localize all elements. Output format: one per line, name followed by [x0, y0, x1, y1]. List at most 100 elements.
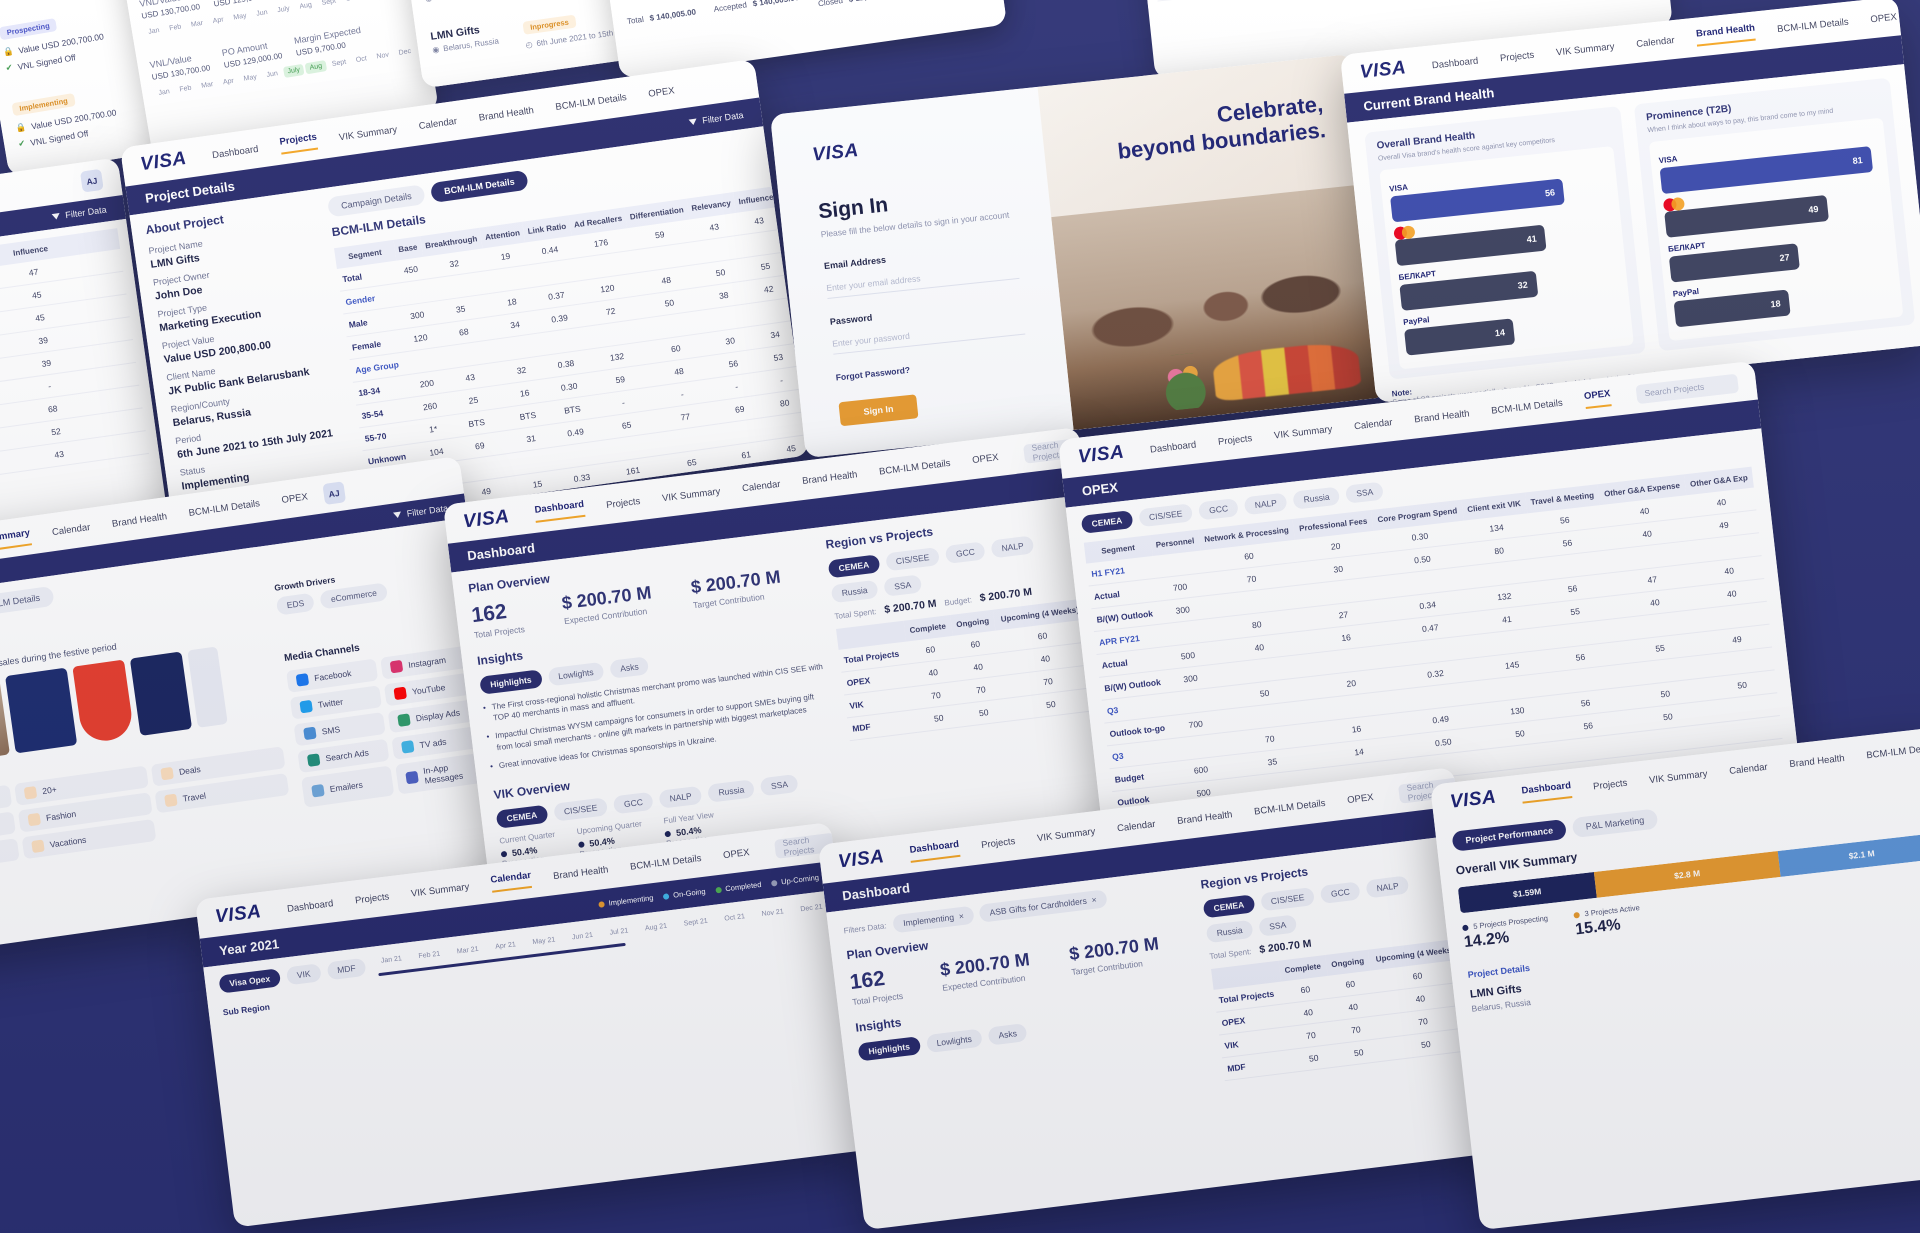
chip-gcc[interactable]: GCC [1198, 498, 1239, 521]
calendar-month[interactable]: Feb 21 [414, 948, 445, 963]
creative-3[interactable] [5, 667, 78, 754]
chip-highlights[interactable]: Highlights [857, 1036, 921, 1062]
close-icon[interactable]: × [1091, 894, 1097, 905]
nav-item-dashboard[interactable]: Dashboard [1431, 55, 1478, 71]
nav-item-calendar[interactable]: Calendar [490, 870, 533, 893]
chip-ssa[interactable]: SSA [1258, 914, 1298, 937]
nav-item-calendar[interactable]: Calendar [1636, 34, 1676, 49]
nav-item-vik-summary[interactable]: VIK Summary [1649, 768, 1708, 786]
chip-cemea[interactable]: CEMEA [495, 804, 549, 829]
chip-cemea[interactable]: CEMEA [1202, 894, 1256, 919]
close-icon[interactable]: × [958, 911, 964, 922]
nav-item-brand-health[interactable]: Brand Health [1414, 408, 1470, 425]
calendar-tabs[interactable]: Visa Opex VIK MDF [218, 957, 367, 994]
month-cell[interactable]: Feb [165, 21, 187, 35]
chip-cemea[interactable]: CEMEA [1080, 510, 1134, 534]
nav-item-brand-health[interactable]: Brand Health [1177, 809, 1233, 827]
nav-item-bcm-ilm-details[interactable]: BCM-ILM Details [878, 457, 951, 477]
month-cell[interactable]: July [273, 3, 295, 17]
nav-item-brand-health[interactable]: Brand Health [1789, 752, 1845, 769]
chip-asks[interactable]: Asks [609, 656, 650, 679]
signin-button[interactable]: Sign In [838, 394, 919, 427]
nav-item-brand-health[interactable]: Brand Health [111, 511, 167, 530]
nav-item-vik-summary[interactable]: VIK Summary [1036, 826, 1096, 844]
chip-cis-see[interactable]: CIS/SEE [1138, 503, 1194, 528]
vik-segment-3[interactable]: $2.1 M [1777, 832, 1920, 877]
chip-russia[interactable]: Russia [1292, 486, 1341, 510]
chip-project-performance[interactable]: Project Performance [1451, 818, 1568, 852]
filter-tag[interactable]: Implementing × [892, 905, 975, 934]
chip-ecommerce[interactable]: eCommerce [319, 582, 388, 610]
chip-nalp[interactable]: NALP [990, 535, 1035, 559]
calendar-month[interactable]: May 21 [528, 934, 560, 949]
nav-item-opex[interactable]: OPEX [281, 491, 309, 506]
chip-highlights[interactable]: Highlights [479, 669, 543, 695]
calendar-month[interactable]: Jul 21 [605, 925, 633, 939]
chip-campaign-details[interactable]: Campaign Details [326, 184, 426, 218]
month-cell[interactable]: Oct [341, 0, 361, 5]
month-cell[interactable]: Mar [186, 17, 208, 31]
nav-item-bcm-ilm-details[interactable]: BCM-ILM Details [555, 92, 628, 113]
month-cell[interactable]: May [239, 71, 262, 85]
chip-gcc[interactable]: GCC [1320, 881, 1361, 904]
nav-item-vik-summary[interactable]: VIK Summary [0, 527, 32, 553]
nav-item-projects[interactable]: Projects [1593, 777, 1628, 792]
month-cell[interactable]: July [282, 63, 305, 79]
nav-item-vik-summary[interactable]: VIK Summary [338, 124, 398, 143]
chip-gcc[interactable]: GCC [945, 541, 986, 564]
filter-data-button[interactable]: Filter Data [52, 204, 107, 221]
month-cell[interactable]: Apr [208, 14, 228, 28]
chip-vik[interactable]: VIK [285, 963, 322, 986]
chip-lowlights[interactable]: Lowlights [925, 1028, 983, 1054]
nav-item-dashboard[interactable]: Dashboard [534, 499, 585, 523]
target-item[interactable]: Entertainment [0, 838, 20, 879]
calendar-month[interactable]: Apr 21 [491, 939, 521, 953]
creative-6[interactable] [187, 646, 228, 728]
nav-item-calendar[interactable]: Calendar [741, 478, 781, 494]
calendar-month[interactable]: Dec 21 [796, 901, 827, 916]
filter-data-button[interactable]: Filter Data [393, 503, 449, 520]
month-cell[interactable]: Aug [295, 0, 317, 13]
avatar[interactable]: AJ [322, 481, 346, 506]
calendar-month[interactable]: Mar 21 [452, 943, 483, 958]
nav-item-projects[interactable]: Projects [981, 835, 1016, 850]
chip-cis-see[interactable]: CIS/SEE [1259, 886, 1316, 912]
chip-asks[interactable]: Asks [987, 1023, 1028, 1046]
chip-nalp[interactable]: NALP [1365, 875, 1410, 899]
chip-ssa[interactable]: SSA [760, 773, 799, 797]
chip-visa-opex[interactable]: Visa Opex [218, 968, 282, 994]
chip-russia[interactable]: Russia [707, 779, 756, 803]
nav-item-calendar[interactable]: Calendar [51, 522, 91, 538]
chip-nalp[interactable]: NALP [1243, 492, 1288, 516]
nav-item-dashboard[interactable]: Dashboard [211, 143, 259, 160]
creative-4[interactable] [72, 659, 135, 745]
nav-item-calendar[interactable]: Calendar [418, 115, 458, 131]
month-cell[interactable]: Apr [218, 75, 238, 89]
nav-item-projects[interactable]: Projects [1499, 49, 1534, 64]
chip-russia[interactable]: Russia [1205, 919, 1254, 944]
nav-item-projects[interactable]: Projects [1217, 433, 1252, 448]
calendar-month[interactable]: Aug 21 [640, 920, 671, 935]
search-input[interactable]: Search Projects [1635, 373, 1739, 404]
nav-item-calendar[interactable]: Calendar [1354, 417, 1394, 432]
month-cell[interactable]: May [229, 10, 252, 24]
chip-ssa[interactable]: SSA [883, 574, 923, 597]
nav-item-opex[interactable]: OPEX [1347, 791, 1375, 805]
chip-nalp[interactable]: NALP [658, 785, 703, 809]
chip-lowlights[interactable]: Lowlights [547, 661, 605, 687]
filter-data-button[interactable]: Filter Data [688, 109, 744, 126]
chip-mdf[interactable]: MDF [326, 957, 367, 981]
nav-item-opex[interactable]: OPEX [972, 451, 1000, 465]
nav-item-bcm-ilm-details[interactable]: BCM-ILM Details [629, 853, 702, 873]
nav-item-vik-summary[interactable]: VIK Summary [1556, 41, 1615, 58]
month-cell[interactable]: Feb [175, 82, 197, 96]
nav-item-bcm-ilm-details[interactable]: BCM-ILM Details [1253, 797, 1326, 817]
nav-item-opex[interactable]: OPEX [723, 847, 751, 861]
calendar-month[interactable]: Jan 21 [376, 953, 406, 967]
chip-cemea[interactable]: CEMEA [827, 554, 881, 579]
calendar-month[interactable]: Oct 21 [720, 911, 750, 925]
chip-gcc[interactable]: GCC [613, 791, 654, 815]
month-cell[interactable]: Jun [252, 6, 273, 20]
month-cell[interactable]: Sept [327, 56, 351, 71]
nav-item-brand-health[interactable]: Brand Health [553, 864, 609, 882]
